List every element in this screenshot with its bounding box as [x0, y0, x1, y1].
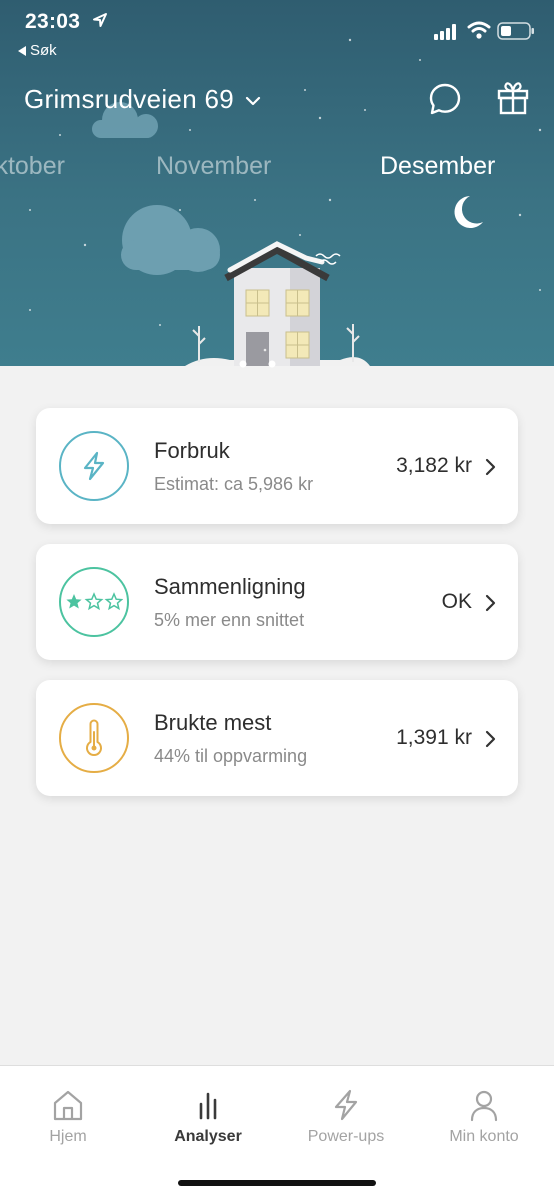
- stars-icon: [66, 592, 123, 611]
- home-icon: [53, 1090, 83, 1121]
- comparison-icon-ring: [59, 567, 129, 637]
- hero-banner: 23:03 Søk Grimsrudveien 69 ktober Novemb…: [0, 0, 554, 370]
- tab-analyser[interactable]: Analyser: [148, 1088, 268, 1146]
- status-time: 23:03: [25, 10, 81, 33]
- lightning-icon: [83, 451, 105, 481]
- chevron-down-icon: [245, 96, 261, 105]
- chevron-right-icon: [485, 730, 496, 748]
- most-used-icon-ring: [59, 703, 129, 773]
- back-arrow-icon: [18, 45, 26, 56]
- chevron-right-icon: [485, 458, 496, 476]
- tab-min-konto-label: Min konto: [449, 1128, 519, 1145]
- consumption-value: 3,182 kr: [396, 454, 472, 477]
- tab-power-ups-label: Power-ups: [307, 1128, 385, 1145]
- most-used-title: Brukte mest: [154, 710, 272, 735]
- lightning-icon: [334, 1089, 358, 1121]
- chevron-right-icon: [485, 594, 496, 612]
- bar-chart-icon: [199, 1092, 217, 1120]
- wifi-icon: [467, 21, 491, 39]
- address-title: Grimsrudveien 69: [24, 84, 234, 114]
- consumption-title: Forbruk: [154, 438, 230, 463]
- tab-power-ups[interactable]: Power-ups: [286, 1088, 406, 1146]
- month-november[interactable]: November: [156, 152, 271, 181]
- consumption-icon-ring: [59, 431, 129, 501]
- status-bar: 23:03 Søk: [0, 0, 554, 60]
- tab-analyser-label: Analyser: [174, 1128, 242, 1145]
- back-to-search-link[interactable]: Søk: [18, 42, 57, 59]
- home-indicator[interactable]: [178, 1180, 376, 1186]
- most-used-value: 1,391 kr: [396, 726, 472, 749]
- back-label: Søk: [30, 42, 57, 59]
- tab-home-label: Hjem: [49, 1128, 87, 1145]
- consumption-card[interactable]: Forbruk Estimat: ca 5,986 kr 3,182 kr: [36, 408, 518, 524]
- comparison-card[interactable]: Sammenligning 5% mer enn snittet OK: [36, 544, 518, 660]
- comparison-title: Sammenligning: [154, 574, 306, 599]
- tab-home[interactable]: Hjem: [8, 1088, 128, 1146]
- address-selector[interactable]: Grimsrudveien 69: [24, 84, 262, 115]
- signal-icon: [434, 24, 456, 40]
- most-used-card[interactable]: Brukte mest 44% til oppvarming 1,391 kr: [36, 680, 518, 796]
- most-used-subtitle: 44% til oppvarming: [154, 746, 308, 766]
- comparison-value: OK: [441, 590, 472, 613]
- consumption-subtitle: Estimat: ca 5,986 kr: [154, 474, 314, 494]
- month-previous[interactable]: Oktober: [0, 152, 65, 181]
- thermometer-icon: [86, 719, 102, 756]
- person-icon: [470, 1090, 498, 1122]
- gift-icon[interactable]: [496, 80, 530, 116]
- comparison-subtitle: 5% mer enn snittet: [154, 610, 305, 630]
- battery-icon: [497, 22, 534, 40]
- month-current[interactable]: Desember: [380, 152, 495, 181]
- chat-bubble-icon[interactable]: [428, 82, 462, 116]
- location-arrow-icon: [93, 13, 107, 27]
- tab-min-konto[interactable]: Min konto: [424, 1088, 544, 1146]
